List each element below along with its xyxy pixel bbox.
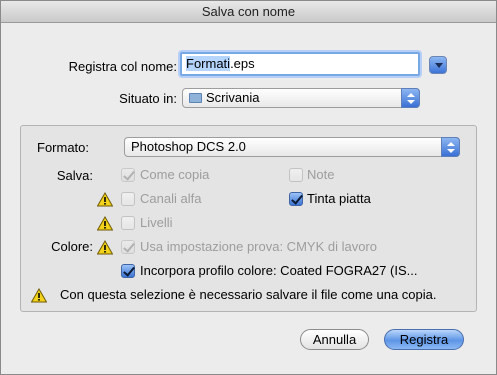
layers-label: Livelli xyxy=(140,215,173,230)
warning-icon xyxy=(97,240,113,255)
save-dialog: Salva con nome Registra col nome: Format… xyxy=(0,0,497,375)
format-label: Formato: xyxy=(37,140,90,155)
warning-icon xyxy=(97,192,113,207)
location-popup[interactable]: Scrivania xyxy=(182,88,420,108)
embed-profile-checkbox[interactable] xyxy=(121,264,135,278)
popup-arrows-icon xyxy=(441,137,460,157)
spot-color-checkbox[interactable] xyxy=(289,192,303,206)
folder-icon xyxy=(189,93,202,103)
expand-browser-button[interactable] xyxy=(429,56,447,74)
location-value: Scrivania xyxy=(206,90,260,105)
cancel-button[interactable]: Annulla xyxy=(300,329,369,350)
alpha-channels-checkbox[interactable] xyxy=(121,192,135,206)
filename-field[interactable]: Formati.eps xyxy=(180,52,420,76)
window-title: Salva con nome xyxy=(1,1,496,23)
filename-selected-text: Formati xyxy=(186,56,231,71)
format-popup[interactable]: Photoshop DCS 2.0 xyxy=(124,137,460,157)
warning-icon xyxy=(31,288,47,303)
spot-color-label: Tinta piatta xyxy=(307,191,371,206)
save-button[interactable]: Registra xyxy=(384,329,464,350)
color-options-label: Colore: xyxy=(51,239,93,254)
notes-checkbox[interactable] xyxy=(289,168,303,182)
notes-label: Note xyxy=(307,167,335,182)
layers-checkbox[interactable] xyxy=(121,216,135,230)
filename-extension: .eps xyxy=(230,56,255,71)
warning-message: Con questa selezione è necessario salvar… xyxy=(60,287,437,302)
as-copy-label: Come copia xyxy=(140,167,210,182)
popup-arrows-icon xyxy=(401,88,420,108)
proof-setup-label: Usa impostazione prova: CMYK di lavoro xyxy=(140,239,377,254)
alpha-channels-label: Canali alfa xyxy=(140,191,202,206)
embed-profile-label: Incorpora profilo colore: Coated FOGRA27… xyxy=(140,263,418,278)
filename-label: Registra col nome: xyxy=(68,59,177,74)
format-value: Photoshop DCS 2.0 xyxy=(131,139,246,154)
as-copy-checkbox[interactable] xyxy=(121,168,135,182)
location-label: Situato in: xyxy=(119,91,177,106)
proof-setup-checkbox[interactable] xyxy=(121,240,135,254)
warning-icon xyxy=(97,216,113,231)
save-options-label: Salva: xyxy=(56,168,93,183)
